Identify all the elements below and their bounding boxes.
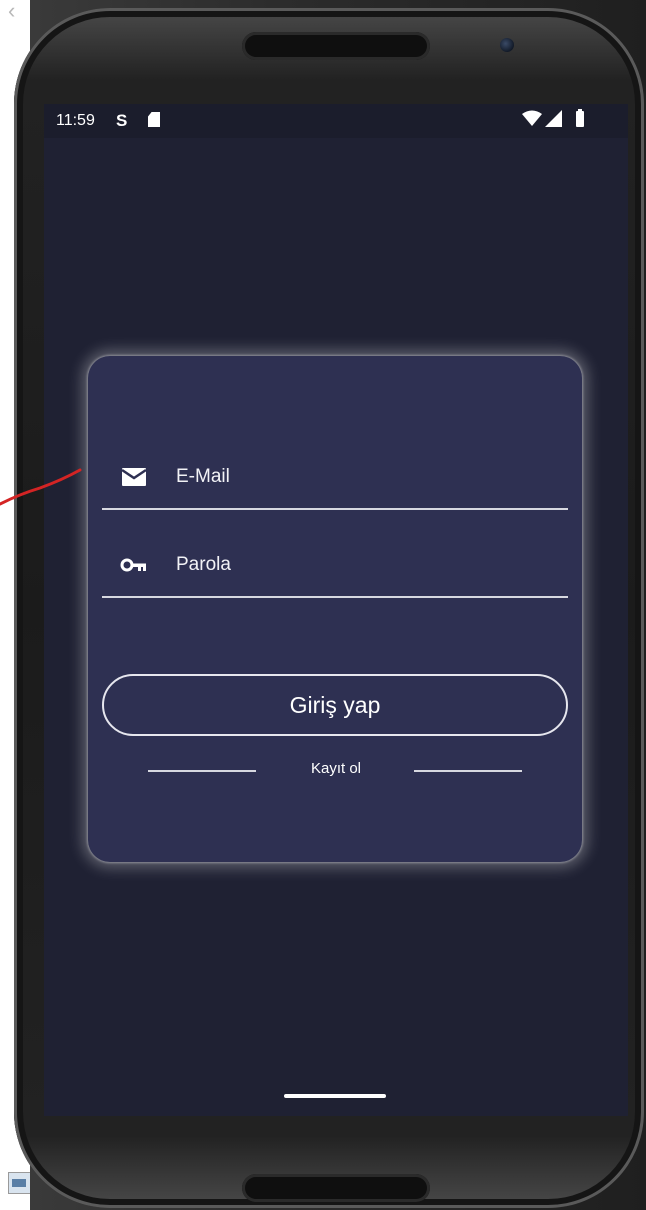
- divider-left: [148, 770, 256, 772]
- battery-icon: [576, 109, 584, 127]
- front-camera: [500, 38, 514, 52]
- status-time: 11:59: [56, 112, 95, 129]
- chevron-left-icon[interactable]: ‹: [8, 0, 15, 22]
- gesture-nav-handle[interactable]: [284, 1094, 386, 1098]
- email-field: [102, 448, 568, 510]
- login-card: Giriş yap Kayıt ol: [88, 356, 582, 862]
- password-input[interactable]: [174, 546, 558, 584]
- password-field: [102, 536, 568, 598]
- image-file-icon[interactable]: [8, 1172, 32, 1194]
- key-icon: [120, 558, 146, 572]
- divider-right: [414, 770, 522, 772]
- notification-s-icon: S: [116, 111, 128, 130]
- phone-screen: 11:59 S Giriş yap: [44, 104, 628, 1116]
- sd-card-icon: [148, 112, 160, 127]
- email-input[interactable]: [174, 458, 558, 496]
- signal-icon: [545, 110, 562, 127]
- wifi-icon: [522, 110, 542, 126]
- red-annotation-stroke: [0, 468, 82, 506]
- mail-icon: [121, 468, 147, 486]
- top-speaker: [242, 32, 430, 60]
- login-button[interactable]: Giriş yap: [102, 674, 568, 736]
- bottom-speaker: [242, 1174, 430, 1202]
- register-link[interactable]: Kayıt ol: [266, 760, 406, 777]
- status-bar: 11:59 S: [44, 104, 628, 138]
